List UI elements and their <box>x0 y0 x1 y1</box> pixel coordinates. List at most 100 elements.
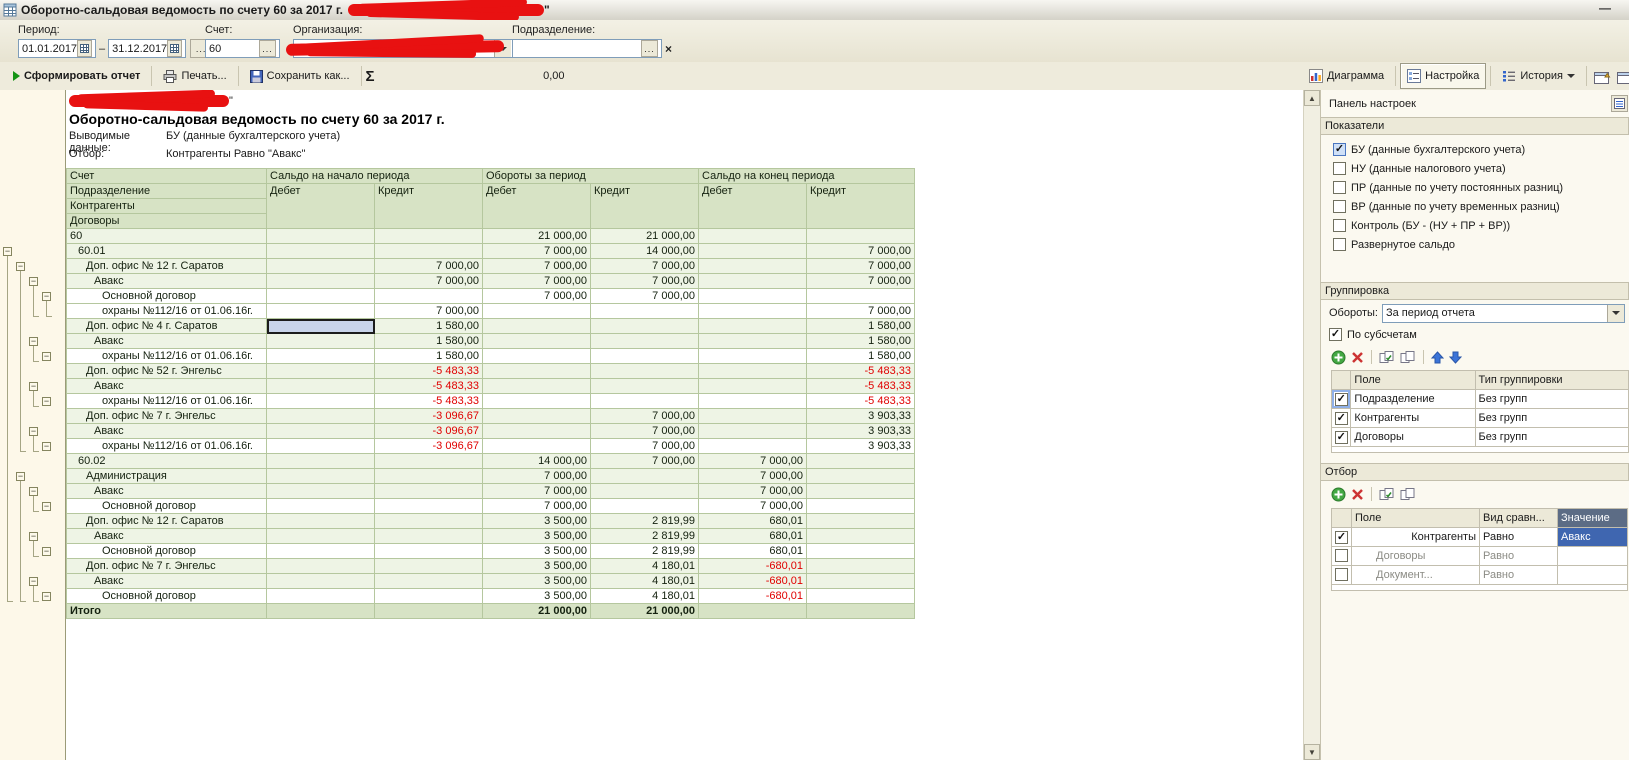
report-row-label[interactable]: Авакс <box>67 574 267 589</box>
move-up-icon[interactable] <box>1431 351 1444 364</box>
report-cell[interactable]: -680,01 <box>699 589 807 604</box>
report-col-debit[interactable]: Дебет <box>699 184 807 229</box>
report-col-group[interactable]: Сальдо на начало периода <box>267 169 483 184</box>
report-cell[interactable]: 3 500,00 <box>483 514 591 529</box>
report-row-label[interactable]: охраны №112/16 от 01.06.16г. <box>67 394 267 409</box>
indicator-row[interactable]: ВР (данные по учету временных разниц) <box>1321 197 1629 216</box>
report-cell[interactable]: 7 000,00 <box>699 469 807 484</box>
report-cell[interactable] <box>267 409 375 424</box>
report-cell[interactable]: 1 580,00 <box>375 349 483 364</box>
report-row-label[interactable]: 60.02 <box>67 454 267 469</box>
generate-report-button[interactable]: Сформировать отчет <box>6 63 147 89</box>
report-cell[interactable]: 7 000,00 <box>591 274 699 289</box>
collapse-group-icon[interactable]: − <box>29 277 38 286</box>
turnovers-combo[interactable]: За период отчета <box>1382 304 1625 323</box>
collapse-group-icon[interactable]: − <box>42 352 51 361</box>
report-row-label[interactable]: Авакс <box>67 274 267 289</box>
report-cell[interactable] <box>807 469 915 484</box>
scroll-down-icon[interactable]: ▼ <box>1304 744 1320 760</box>
selection-header-value[interactable]: Значение <box>1558 509 1628 528</box>
report-col-group[interactable]: Обороты за период <box>483 169 699 184</box>
report-cell[interactable] <box>699 259 807 274</box>
report-cell[interactable] <box>375 574 483 589</box>
report-row-label[interactable]: Авакс <box>67 424 267 439</box>
report-cell[interactable] <box>375 244 483 259</box>
selection-row[interactable]: Документ...Равно <box>1332 566 1628 585</box>
report-cell[interactable]: -680,01 <box>699 574 807 589</box>
report-cell[interactable]: 680,01 <box>699 529 807 544</box>
report-cell[interactable]: 7 000,00 <box>375 304 483 319</box>
report-cell[interactable]: 7 000,00 <box>483 244 591 259</box>
report-cell[interactable]: 2 819,99 <box>591 529 699 544</box>
report-cell[interactable] <box>699 364 807 379</box>
report-cell[interactable] <box>267 364 375 379</box>
selection-value[interactable] <box>1558 547 1628 566</box>
grouping-row[interactable]: ✓ПодразделениеБез групп <box>1332 390 1629 409</box>
delete-icon[interactable] <box>1351 351 1364 364</box>
report-cell[interactable] <box>591 484 699 499</box>
print-button[interactable]: Печать... <box>156 63 233 89</box>
move-down-icon[interactable] <box>1449 351 1462 364</box>
indicator-row[interactable]: ✓БУ (данные бухгалтерского учета) <box>1321 140 1629 159</box>
report-cell[interactable] <box>267 529 375 544</box>
pin-panel-button-2[interactable] <box>1614 63 1629 89</box>
check-all-icon[interactable] <box>1379 350 1395 364</box>
report-row-label[interactable]: Доп. офис № 4 г. Саратов <box>67 319 267 334</box>
report-col-group[interactable]: Сальдо на конец периода <box>699 169 915 184</box>
add-icon[interactable] <box>1331 487 1346 502</box>
minimize-button[interactable]: — <box>1599 1 1611 15</box>
collapse-group-icon[interactable]: − <box>42 502 51 511</box>
collapse-group-icon[interactable]: − <box>42 547 51 556</box>
division-input[interactable]: ... <box>512 39 662 58</box>
report-cell[interactable] <box>483 409 591 424</box>
report-cell[interactable]: -680,01 <box>699 559 807 574</box>
report-row-label[interactable]: Администрация <box>67 469 267 484</box>
report-row-label[interactable]: Доп. офис № 7 г. Энгельс <box>67 559 267 574</box>
report-cell[interactable] <box>591 394 699 409</box>
report-cell[interactable] <box>591 499 699 514</box>
grouping-header-field[interactable]: Поле <box>1351 371 1475 390</box>
selection-row-checkcell[interactable]: ✓ <box>1332 528 1352 547</box>
report-cell[interactable] <box>807 454 915 469</box>
report-cell[interactable] <box>267 229 375 244</box>
grouping-field[interactable]: Подразделение <box>1351 390 1475 409</box>
report-cell[interactable]: -5 483,33 <box>807 379 915 394</box>
report-cell[interactable] <box>267 304 375 319</box>
report-cell[interactable]: 3 500,00 <box>483 589 591 604</box>
report-cell[interactable] <box>375 484 483 499</box>
collapse-group-icon[interactable]: − <box>16 262 25 271</box>
report-cell[interactable]: 7 000,00 <box>483 289 591 304</box>
report-cell[interactable] <box>375 604 483 619</box>
report-row-label[interactable]: Авакс <box>67 484 267 499</box>
report-cell[interactable] <box>375 469 483 484</box>
report-cell[interactable]: 21 000,00 <box>591 229 699 244</box>
report-cell[interactable]: 7 000,00 <box>591 424 699 439</box>
report-cell[interactable]: 21 000,00 <box>483 604 591 619</box>
report-cell[interactable]: -3 096,67 <box>375 409 483 424</box>
report-cell[interactable]: 7 000,00 <box>483 274 591 289</box>
indicator-checkbox[interactable] <box>1333 181 1346 194</box>
report-cell[interactable] <box>591 379 699 394</box>
indicator-checkbox[interactable]: ✓ <box>1333 143 1346 156</box>
report-row-label[interactable]: 60.01 <box>67 244 267 259</box>
selection-header-field[interactable]: Поле <box>1352 509 1480 528</box>
report-cell[interactable] <box>267 274 375 289</box>
report-cell[interactable]: 2 819,99 <box>591 514 699 529</box>
report-row-label[interactable]: Основной договор <box>67 289 267 304</box>
indicators-section-header[interactable]: Показатели <box>1321 117 1629 135</box>
grouping-type[interactable]: Без групп <box>1475 390 1628 409</box>
report-cell[interactable]: 1 580,00 <box>375 334 483 349</box>
delete-icon[interactable] <box>1351 488 1364 501</box>
report-cell[interactable] <box>375 454 483 469</box>
report-cell[interactable] <box>699 274 807 289</box>
report-cell[interactable] <box>807 514 915 529</box>
report-row-label[interactable]: Авакс <box>67 379 267 394</box>
collapse-group-icon[interactable]: − <box>42 292 51 301</box>
grouping-row-checkcell[interactable]: ✓ <box>1332 390 1351 409</box>
report-cell[interactable]: 7 000,00 <box>699 484 807 499</box>
report-cell[interactable]: 14 000,00 <box>591 244 699 259</box>
report-cell[interactable] <box>807 559 915 574</box>
report-cell[interactable]: 7 000,00 <box>591 439 699 454</box>
collapse-group-icon[interactable]: − <box>29 427 38 436</box>
report-cell[interactable] <box>591 334 699 349</box>
